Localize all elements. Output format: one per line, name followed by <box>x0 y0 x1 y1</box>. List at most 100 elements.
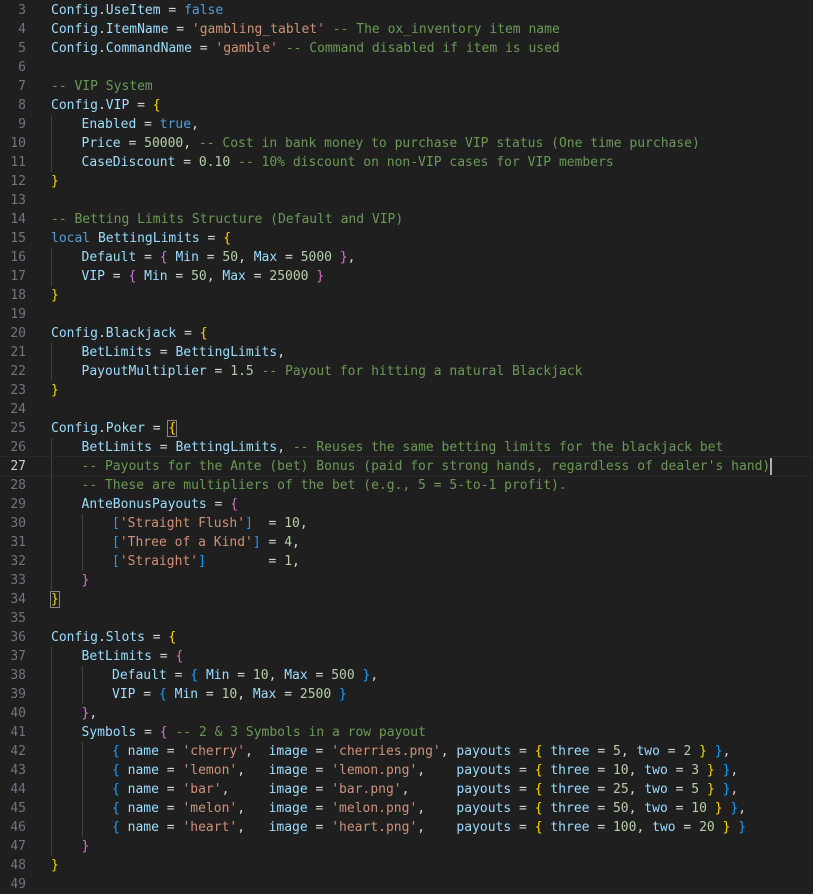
code-line[interactable]: 20 Config.Blackjack = { <box>0 324 813 343</box>
number-literal: 10 <box>252 668 269 683</box>
code-line[interactable]: 13 <box>0 191 813 210</box>
code-line[interactable]: 18} <box>0 286 813 305</box>
code-line[interactable]: 25 Config.Poker = { <box>0 419 813 438</box>
code-line[interactable]: 22 PayoutMultiplier = 1.5 -- Payout for h… <box>0 362 813 381</box>
code-line[interactable]: 12} <box>0 172 813 191</box>
code-text: Price = 50000, -- Cost in bank money to … <box>82 134 700 153</box>
code-line[interactable]: 31 ['Three of a Kind'] = 4, <box>0 533 813 552</box>
comment: -- These are multipliers of the bet (e.g… <box>81 478 567 493</box>
code-line[interactable]: 49 <box>0 875 813 894</box>
field-name: image <box>268 820 308 835</box>
bracket: { <box>534 744 543 759</box>
code-line[interactable]: 5 Config.CommandName = 'gamble' -- Comman… <box>0 39 813 58</box>
operator: = <box>307 668 332 683</box>
field-name: VIP <box>112 687 136 702</box>
string-literal: 'bar' <box>182 782 222 797</box>
string-literal: 'gambling_tablet' <box>191 22 325 37</box>
code-line[interactable]: 39 VIP = { Min = 10, Max = 2500 } <box>0 685 813 704</box>
field-name: payouts <box>456 763 512 778</box>
code-line[interactable]: 14 -- Betting Limits Structure (Default a… <box>0 210 813 229</box>
code-line[interactable]: 10 Price = 50000, -- Cost in bank money t… <box>0 134 813 153</box>
field-name: ItemName <box>105 22 169 37</box>
bracket: } <box>706 782 715 797</box>
operator: = <box>307 782 332 797</box>
operator: = <box>260 535 285 550</box>
operator: , <box>206 269 223 284</box>
bracket: { <box>112 744 120 759</box>
field-name: BetLimits <box>81 649 152 664</box>
code-line[interactable]: 28 -- These are multipliers of the bet (e… <box>0 476 813 495</box>
field-name: Max <box>284 668 308 683</box>
text-cursor <box>770 458 773 475</box>
code-editor[interactable]: 3 Config.UseItem = false 4 Config.ItemName … <box>0 0 813 892</box>
code-line[interactable]: 29 AnteBonusPayouts = { <box>0 495 813 514</box>
code-line[interactable]: 45 { name = 'melon', image = 'melon.png',… <box>0 799 813 818</box>
operator: , <box>292 535 300 550</box>
code-line[interactable]: 7 -- VIP System <box>0 77 813 96</box>
code-line[interactable]: 43 { name = 'lemon', image = 'lemon.png',… <box>0 761 813 780</box>
field-name: payouts <box>456 820 512 835</box>
bracket: { <box>190 668 199 683</box>
code-line[interactable]: 26 BetLimits = BettingLimits, -- Reuses t… <box>0 438 813 457</box>
operator: = <box>205 554 285 569</box>
bracket: { <box>159 725 168 740</box>
bracket: { <box>168 630 177 645</box>
field-name: UseItem <box>105 3 161 18</box>
code-line[interactable]: 48} <box>0 856 813 875</box>
code-line[interactable]: 15 local BettingLimits = { <box>0 229 813 248</box>
field-name: three <box>550 744 590 759</box>
code-line[interactable]: 40}, <box>0 704 813 723</box>
code-line[interactable]: 44 { name = 'bar', image = 'bar.png', pay… <box>0 780 813 799</box>
code-line[interactable]: 27 -- Payouts for the Ante (bet) Bonus (p… <box>0 456 813 477</box>
code-line[interactable]: 3 Config.UseItem = false <box>0 1 813 20</box>
operator: = <box>589 763 613 778</box>
operator: = <box>675 820 700 835</box>
identifier: BettingLimits <box>175 440 278 455</box>
code-line[interactable]: 37 BetLimits = { <box>0 647 813 666</box>
code-line[interactable]: 19 <box>0 305 813 324</box>
code-line[interactable]: 23} <box>0 381 813 400</box>
code-line[interactable]: 41 Symbols = { -- 2 & 3 Symbols in a row … <box>0 723 813 742</box>
operator: = <box>136 725 160 740</box>
operator <box>715 763 723 778</box>
field-name: name <box>127 801 159 816</box>
code-text: Default = { Min = 50, Max = 5000 }, <box>82 248 356 267</box>
operator: = <box>158 744 183 759</box>
code-line[interactable]: 16 Default = { Min = 50, Max = 5000 }, <box>0 248 813 267</box>
code-line[interactable]: 6 <box>0 58 813 77</box>
code-line[interactable]: 34} <box>0 590 813 609</box>
field-name: PayoutMultiplier <box>81 364 207 379</box>
indent-guide <box>51 723 52 742</box>
number-literal: 500 <box>331 668 355 683</box>
code-line[interactable]: 24 <box>0 400 813 419</box>
code-line[interactable]: 42 { name = 'cherry', image = 'cherries.p… <box>0 742 813 761</box>
indent-guide <box>51 495 52 514</box>
bracket: [ <box>112 516 120 531</box>
line-number: 28 <box>10 478 26 493</box>
code-line[interactable]: 47} <box>0 837 813 856</box>
code-line[interactable]: 8 Config.VIP = { <box>0 96 813 115</box>
code-line[interactable]: 33} <box>0 571 813 590</box>
indent-guide <box>51 761 52 780</box>
bracket: } <box>714 744 723 759</box>
line-number: 42 <box>10 744 26 759</box>
code-line[interactable]: 21 BetLimits = BettingLimits, <box>0 343 813 362</box>
code-line[interactable]: 30 ['Straight Flush'] = 10, <box>0 514 813 533</box>
code-line[interactable]: 36 Config.Slots = { <box>0 628 813 647</box>
operator: = <box>167 269 192 284</box>
code-line[interactable]: 38 Default = { Min = 10, Max = 500 }, <box>0 666 813 685</box>
code-line[interactable]: 32 ['Straight'] = 1, <box>0 552 813 571</box>
number-literal: 1 <box>284 554 293 569</box>
indent-guide <box>51 685 52 704</box>
code-line[interactable]: 17 VIP = { Min = 50, Max = 25000 } <box>0 267 813 286</box>
code-line[interactable]: 46 { name = 'heart', image = 'heart.png',… <box>0 818 813 837</box>
operator: = <box>199 231 224 246</box>
line-number: 43 <box>10 763 26 778</box>
code-line[interactable]: 9 Enabled = true, <box>0 115 813 134</box>
indent-guide <box>51 818 52 837</box>
indent-guide <box>51 248 52 267</box>
code-line[interactable]: 11 CaseDiscount = 0.10 -- 10% discount on… <box>0 153 813 172</box>
code-line[interactable]: 35 <box>0 609 813 628</box>
code-line[interactable]: 4 Config.ItemName = 'gambling_tablet' -- … <box>0 20 813 39</box>
field-name: AnteBonusPayouts <box>81 497 207 512</box>
